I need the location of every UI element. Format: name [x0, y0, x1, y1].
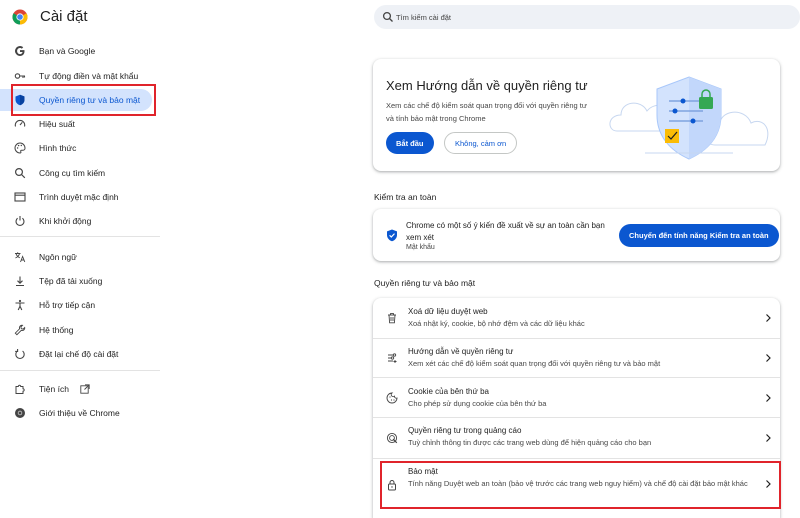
- chrome-icon: [15, 408, 25, 418]
- speedometer-icon: [14, 119, 26, 127]
- search-box[interactable]: [374, 5, 800, 29]
- privacy-guide-description: Xem các chế độ kiểm soát quan trọng đối …: [386, 101, 587, 123]
- sidebar-item-label: Ngôn ngữ: [39, 252, 77, 262]
- sidebar-item-you-and-google[interactable]: Bạn và Google: [0, 40, 160, 62]
- safety-check-card: Chrome có một số ý kiến đề xuất về sự an…: [373, 209, 780, 261]
- safety-check-heading: Kiểm tra an toàn: [374, 192, 437, 202]
- sidebar-item-label: Giới thiệu về Chrome: [39, 408, 120, 418]
- cookie-icon: [386, 392, 398, 404]
- privacy-security-heading: Quyền riêng tư và bảo mật: [374, 278, 476, 288]
- row-title: Xoá dữ liệu duyệt web: [408, 307, 488, 316]
- sidebar-item-label: Đặt lại chế độ cài đặt: [39, 349, 119, 359]
- sidebar-item-accessibility[interactable]: Hỗ trợ tiếp cận: [0, 294, 160, 316]
- highlight-privacy-item: [11, 84, 156, 116]
- sidebar-item-performance[interactable]: Hiệu suất: [0, 113, 160, 135]
- row-subtitle: Tuỳ chỉnh thông tin được các trang web d…: [408, 438, 652, 447]
- power-icon: [15, 216, 25, 226]
- puzzle-icon: [15, 384, 25, 394]
- start-button[interactable]: Bắt đầu: [386, 132, 434, 154]
- palette-icon: [14, 142, 26, 154]
- sidebar-item-downloads[interactable]: Tệp đã tải xuống: [0, 270, 160, 292]
- sidebar-item-about-chrome[interactable]: Giới thiệu về Chrome: [0, 402, 160, 424]
- privacy-guide-title: Xem Hướng dẫn về quyền riêng tư: [386, 78, 588, 93]
- row-title: Cookie của bên thứ ba: [408, 387, 489, 396]
- sidebar-divider: [0, 236, 160, 237]
- sidebar-item-label: Trình duyệt mặc định: [39, 192, 119, 202]
- sidebar-item-label: Hình thức: [39, 143, 77, 153]
- row-title: Quyền riêng tư trong quảng cáo: [408, 426, 522, 435]
- search-icon: [382, 11, 393, 22]
- no-thanks-button[interactable]: Không, cảm ơn: [444, 132, 518, 154]
- row-third-party-cookies[interactable]: Cookie của bên thứ ba Cho phép sử dụng c…: [373, 378, 780, 417]
- shield-check-icon: [387, 229, 397, 242]
- page-title: Cài đặt: [40, 8, 88, 25]
- browser-window-icon: [14, 192, 26, 202]
- row-subtitle: Xem xét các chế độ kiểm soát quan trọng …: [408, 359, 661, 368]
- top-bar: Cài đặt: [0, 0, 800, 34]
- search-input[interactable]: [396, 5, 776, 29]
- sidebar-item-label: Tiện ích: [39, 384, 69, 394]
- wrench-icon: [14, 324, 26, 336]
- sidebar-item-label: Hỗ trợ tiếp cận: [39, 300, 96, 310]
- sidebar-item-label: Khi khởi động: [39, 216, 92, 226]
- privacy-shield-illustration-icon: [609, 76, 769, 160]
- sidebar-item-default-browser[interactable]: Trình duyệt mặc định: [0, 186, 160, 208]
- privacy-guide-icon: [388, 353, 397, 363]
- sidebar-item-extensions[interactable]: Tiện ích: [0, 378, 160, 400]
- chrome-logo-icon: [12, 9, 28, 25]
- sidebar-divider: [0, 370, 160, 371]
- chevron-right-icon: [766, 314, 771, 322]
- ad-privacy-icon: [386, 432, 398, 444]
- row-subtitle: Cho phép sử dụng cookie của bên thứ ba: [408, 399, 547, 408]
- trash-icon: [388, 313, 396, 324]
- chevron-right-icon: [766, 394, 771, 402]
- privacy-guide-card: Xem Hướng dẫn về quyền riêng tư Xem các …: [373, 59, 780, 171]
- key-icon: [14, 73, 26, 79]
- safety-check-message: Chrome có một số ý kiến đề xuất về sự an…: [406, 221, 605, 242]
- translate-icon: [15, 252, 26, 263]
- sidebar-item-label: Tự động điền và mật khẩu: [39, 71, 139, 81]
- sidebar-item-system[interactable]: Hệ thống: [0, 319, 160, 341]
- go-to-safety-check-button[interactable]: Chuyển đến tính năng Kiểm tra an toàn: [619, 224, 779, 247]
- sidebar-item-label: Bạn và Google: [39, 46, 96, 56]
- sidebar-item-label: Hệ thống: [39, 325, 74, 335]
- row-privacy-guide[interactable]: Hướng dẫn về quyền riêng tư Xem xét các …: [373, 339, 780, 377]
- open-in-new-icon[interactable]: [80, 384, 90, 394]
- sidebar-item-on-startup[interactable]: Khi khởi động: [0, 210, 160, 232]
- sidebar-item-label: Hiệu suất: [39, 119, 75, 129]
- sidebar-item-search-engine[interactable]: Công cụ tìm kiếm: [0, 162, 160, 184]
- safety-check-subtext: Mật khẩu: [406, 244, 435, 251]
- sidebar-item-label: Công cụ tìm kiếm: [39, 168, 106, 178]
- search-icon: [14, 167, 26, 179]
- row-subtitle: Xoá nhật ký, cookie, bộ nhớ đệm và các d…: [408, 319, 585, 328]
- reset-icon: [15, 349, 25, 359]
- highlight-security-row: [380, 461, 781, 509]
- accessibility-icon: [15, 299, 25, 311]
- sidebar-item-languages[interactable]: Ngôn ngữ: [0, 246, 160, 268]
- chevron-right-icon: [766, 354, 771, 362]
- google-g-icon: [15, 46, 25, 56]
- row-ad-privacy[interactable]: Quyền riêng tư trong quảng cáo Tuỳ chỉnh…: [373, 418, 780, 458]
- sidebar-item-reset-settings[interactable]: Đặt lại chế độ cài đặt: [0, 343, 160, 365]
- row-clear-browsing-data[interactable]: Xoá dữ liệu duyệt web Xoá nhật ký, cooki…: [373, 298, 780, 338]
- sidebar-item-label: Tệp đã tải xuống: [39, 276, 103, 286]
- download-icon: [16, 276, 24, 287]
- row-title: Hướng dẫn về quyền riêng tư: [408, 347, 514, 356]
- sidebar-item-appearance[interactable]: Hình thức: [0, 137, 160, 159]
- chevron-right-icon: [766, 434, 771, 442]
